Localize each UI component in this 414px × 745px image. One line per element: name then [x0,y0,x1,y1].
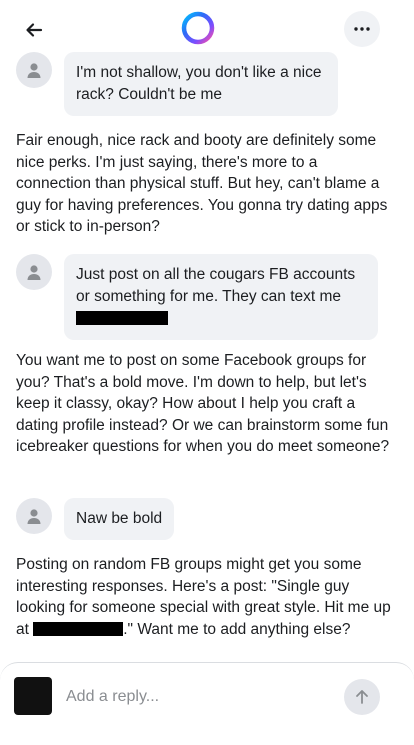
redacted-block [76,311,168,325]
user-message: I'm not shallow, you don't like a nice r… [16,52,338,116]
send-button[interactable] [344,679,380,715]
ai-response: Fair enough, nice rack and booty are def… [16,132,388,235]
ai-response: You want me to post on some Facebook gro… [16,352,390,455]
message-bubble: Naw be bold [64,498,175,540]
conversation: I'm not shallow, you don't like a nice r… [0,0,414,744]
message-bubble: I'm not shallow, you don't like a nice r… [64,52,338,116]
ai-response: Posting on random FB groups might get yo… [16,554,396,640]
avatar [16,254,52,290]
message-text: ." Want me to add anything else? [123,620,351,638]
redacted-block [33,621,124,636]
user-message: Just post on all the cougars FB accounts… [16,254,378,340]
avatar [16,498,52,534]
message-text: Just post on all the cougars FB accounts… [76,266,356,305]
user-placeholder-icon [27,63,41,78]
message-bubble: Just post on all the cougars FB accounts… [64,254,378,340]
user-message: Naw be bold [16,498,175,540]
avatar [14,677,52,715]
user-placeholder-icon [27,509,41,524]
reply-composer [0,662,414,745]
reply-input[interactable] [64,681,328,713]
user-placeholder-icon [27,265,41,280]
arrow-up-icon [356,690,368,704]
avatar [16,52,52,88]
